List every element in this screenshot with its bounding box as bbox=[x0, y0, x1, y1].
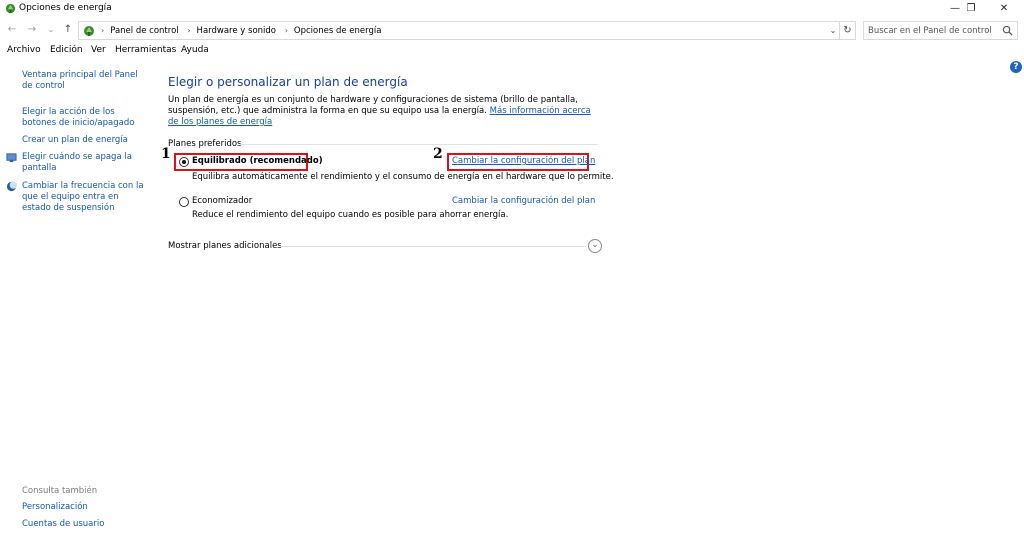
breadcrumb-separator: › bbox=[101, 26, 105, 35]
display-shield-icon bbox=[6, 153, 17, 163]
breadcrumb-separator: › bbox=[187, 26, 191, 35]
expand-chevron-icon[interactable]: ⌄ bbox=[588, 239, 602, 253]
close-button[interactable]: ✕ bbox=[989, 0, 1019, 17]
additional-plans-divider bbox=[280, 246, 586, 247]
address-bar-row: ← → ⌄ ↑ › Panel de control › Hardware y so… bbox=[0, 19, 1024, 43]
sidebar-link-sleep-frequency[interactable]: Cambiar la frecuencia con la que el equi… bbox=[22, 181, 146, 214]
see-also-label: Consulta también bbox=[22, 486, 98, 496]
page-title: Elegir o personalizar un plan de energía bbox=[168, 75, 408, 89]
page-description: Un plan de energía es un conjunto de har… bbox=[168, 95, 600, 128]
search-input[interactable] bbox=[868, 22, 998, 39]
menu-edicion[interactable]: Edición bbox=[50, 45, 83, 55]
sidebar-link-personalization[interactable]: Personalización bbox=[22, 502, 146, 513]
callout-number-2: 2 bbox=[433, 146, 443, 162]
plan-name-balanced[interactable]: Equilibrado (recomendado) bbox=[192, 156, 323, 166]
menu-bar: Archivo Edición Ver Herramientas Ayuda bbox=[0, 44, 1024, 60]
plan-radio-balanced[interactable] bbox=[179, 157, 189, 167]
maximize-button[interactable]: ❐ bbox=[956, 0, 986, 17]
control-panel-icon bbox=[84, 26, 94, 36]
search-box[interactable] bbox=[863, 21, 1018, 40]
window-title: Opciones de energía bbox=[19, 3, 112, 13]
plan-link-power-saver[interactable]: Cambiar la configuración del plan bbox=[452, 196, 595, 206]
breadcrumb: › Panel de control › Hardware y sonido › Op… bbox=[99, 22, 381, 39]
sidebar-link-create-plan[interactable]: Crear un plan de energía bbox=[22, 135, 146, 146]
breadcrumb-hardware-sound[interactable]: Hardware y sonido bbox=[197, 26, 276, 36]
sidebar-link-control-panel-home[interactable]: Ventana principal del Panel de control bbox=[22, 70, 146, 92]
address-box[interactable]: › Panel de control › Hardware y sonido › Op… bbox=[78, 21, 840, 40]
callout-number-1: 1 bbox=[161, 146, 171, 162]
sidebar-link-user-accounts[interactable]: Cuentas de usuario bbox=[22, 519, 146, 530]
power-options-icon bbox=[5, 3, 16, 14]
plan-desc-power-saver: Reduce el rendimiento del equipo cuando … bbox=[192, 210, 509, 220]
breadcrumb-separator: › bbox=[284, 26, 288, 35]
sidebar-link-power-buttons[interactable]: Elegir la acción de los botones de inici… bbox=[22, 107, 146, 129]
menu-ayuda[interactable]: Ayuda bbox=[181, 45, 209, 55]
menu-archivo[interactable]: Archivo bbox=[7, 45, 41, 55]
search-icon[interactable] bbox=[1002, 25, 1013, 36]
group-divider bbox=[240, 144, 598, 145]
refresh-button[interactable]: ↻ bbox=[840, 21, 856, 40]
back-button[interactable]: ← bbox=[5, 23, 19, 37]
breadcrumb-control-panel[interactable]: Panel de control bbox=[110, 26, 178, 36]
forward-button[interactable]: → bbox=[25, 23, 39, 37]
breadcrumb-power-options[interactable]: Opciones de energía bbox=[294, 26, 382, 36]
help-icon[interactable]: ? bbox=[1010, 61, 1022, 73]
plan-link-balanced[interactable]: Cambiar la configuración del plan bbox=[452, 156, 595, 166]
plan-radio-power-saver[interactable] bbox=[179, 197, 189, 207]
recent-locations-button[interactable]: ⌄ bbox=[44, 23, 58, 37]
sidebar-link-display-off[interactable]: Elegir cuándo se apaga la pantalla bbox=[22, 152, 146, 174]
plan-desc-balanced: Equilibra automáticamente el rendimiento… bbox=[192, 172, 614, 182]
address-dropdown-icon[interactable]: ⌄ bbox=[827, 22, 839, 39]
show-additional-plans-label[interactable]: Mostrar planes adicionales bbox=[168, 241, 282, 251]
sleep-moon-icon bbox=[6, 181, 17, 192]
menu-ver[interactable]: Ver bbox=[91, 45, 106, 55]
title-bar: Opciones de energía — ❐ ✕ bbox=[0, 0, 1024, 18]
preferred-plans-label: Planes preferidos bbox=[168, 139, 242, 149]
menu-herramientas[interactable]: Herramientas bbox=[115, 45, 176, 55]
plan-name-power-saver[interactable]: Economizador bbox=[192, 196, 252, 206]
up-button[interactable]: ↑ bbox=[61, 23, 75, 37]
